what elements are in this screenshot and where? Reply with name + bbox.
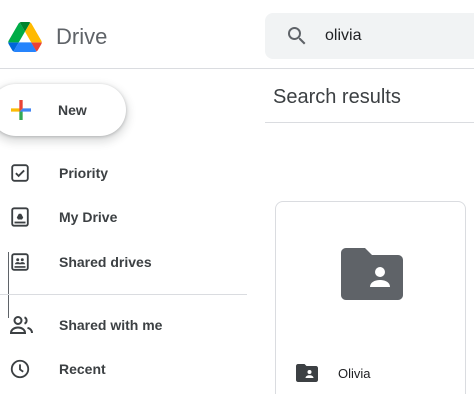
sidebar-item-priority[interactable]: Priority [0,153,250,193]
sidebar-item-label: Shared with me [59,317,163,333]
shared-folder-icon [296,364,318,382]
sidebar-item-label: Recent [59,361,106,377]
folder-name: Olivia [338,365,371,381]
new-button-label: New [58,102,87,118]
sidebar-item-recent[interactable]: Recent [0,349,250,389]
multicolor-plus-icon [11,100,31,120]
shared-drives-icon [11,253,29,271]
search-icon[interactable] [285,24,309,48]
page-title: Search results [273,86,401,108]
checkbox-icon [11,164,29,182]
google-drive-logo-icon [8,22,42,52]
search-input[interactable] [325,27,465,45]
search-bar[interactable] [265,13,474,59]
app-name: Drive [56,24,108,49]
sidebar-item-my-drive[interactable]: My Drive [0,197,250,237]
my-drive-icon [11,207,29,227]
people-icon [9,316,33,334]
sidebar-item-shared-with-me[interactable]: Shared with me [0,305,250,345]
sidebar-item-label: My Drive [59,209,118,225]
sidebar-item-label: Priority [59,165,109,181]
folder-name-row: Olivia [276,360,467,386]
header-divider [0,68,474,69]
main-divider [265,122,474,123]
sidebar-item-shared-drives[interactable]: Shared drives [0,242,250,282]
sidebar-item-label: Shared drives [59,254,152,270]
clock-icon [10,359,30,379]
drive-logo-link[interactable]: Drive [8,20,248,54]
sidebar-divider [0,294,247,295]
new-button[interactable]: New [0,84,126,136]
drive-app: Drive New Priority My Drive [0,0,474,394]
folder-card[interactable]: Olivia [275,201,466,394]
shared-folder-icon [341,248,403,300]
